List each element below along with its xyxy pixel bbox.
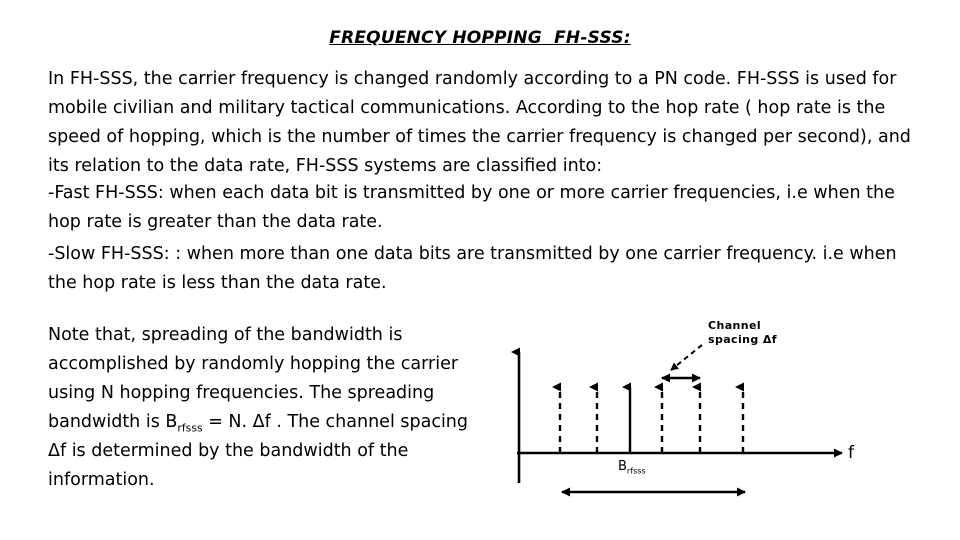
spreading-bandwidth-label-base: B <box>618 459 627 474</box>
paragraph-fast-fh-sss: -Fast FH-SSS: when each data bit is tran… <box>48 183 895 232</box>
paragraph-note: Note that, spreading of the bandwidth is… <box>48 321 478 495</box>
spreading-bandwidth-label: Brfsss <box>618 460 646 476</box>
paragraph-slow-fh-sss: -Slow FH-SSS: : when more than one data … <box>48 244 897 293</box>
channel-spacing-caption-line1: Channel <box>708 319 762 332</box>
slide-canvas: FREQUENCY HOPPING FH-SSS: In FH-SSS, the… <box>0 0 960 540</box>
x-axis-label: f <box>848 443 854 463</box>
channel-spacing-caption: Channel spacing Δf <box>708 319 777 347</box>
paragraph-intro: In FH-SSS, the carrier frequency is chan… <box>48 69 911 176</box>
spreading-bandwidth-label-sub: rfsss <box>626 466 646 476</box>
frequency-hopping-spectrum-diagram: Channel spacing Δf Brfsss f <box>490 305 960 540</box>
note-subscript: rfsss <box>177 421 203 435</box>
channel-spacing-leader-arrow <box>670 344 703 371</box>
page-title: FREQUENCY HOPPING FH-SSS: <box>329 28 631 48</box>
channel-spacing-caption-line2: spacing Δf <box>708 333 777 346</box>
